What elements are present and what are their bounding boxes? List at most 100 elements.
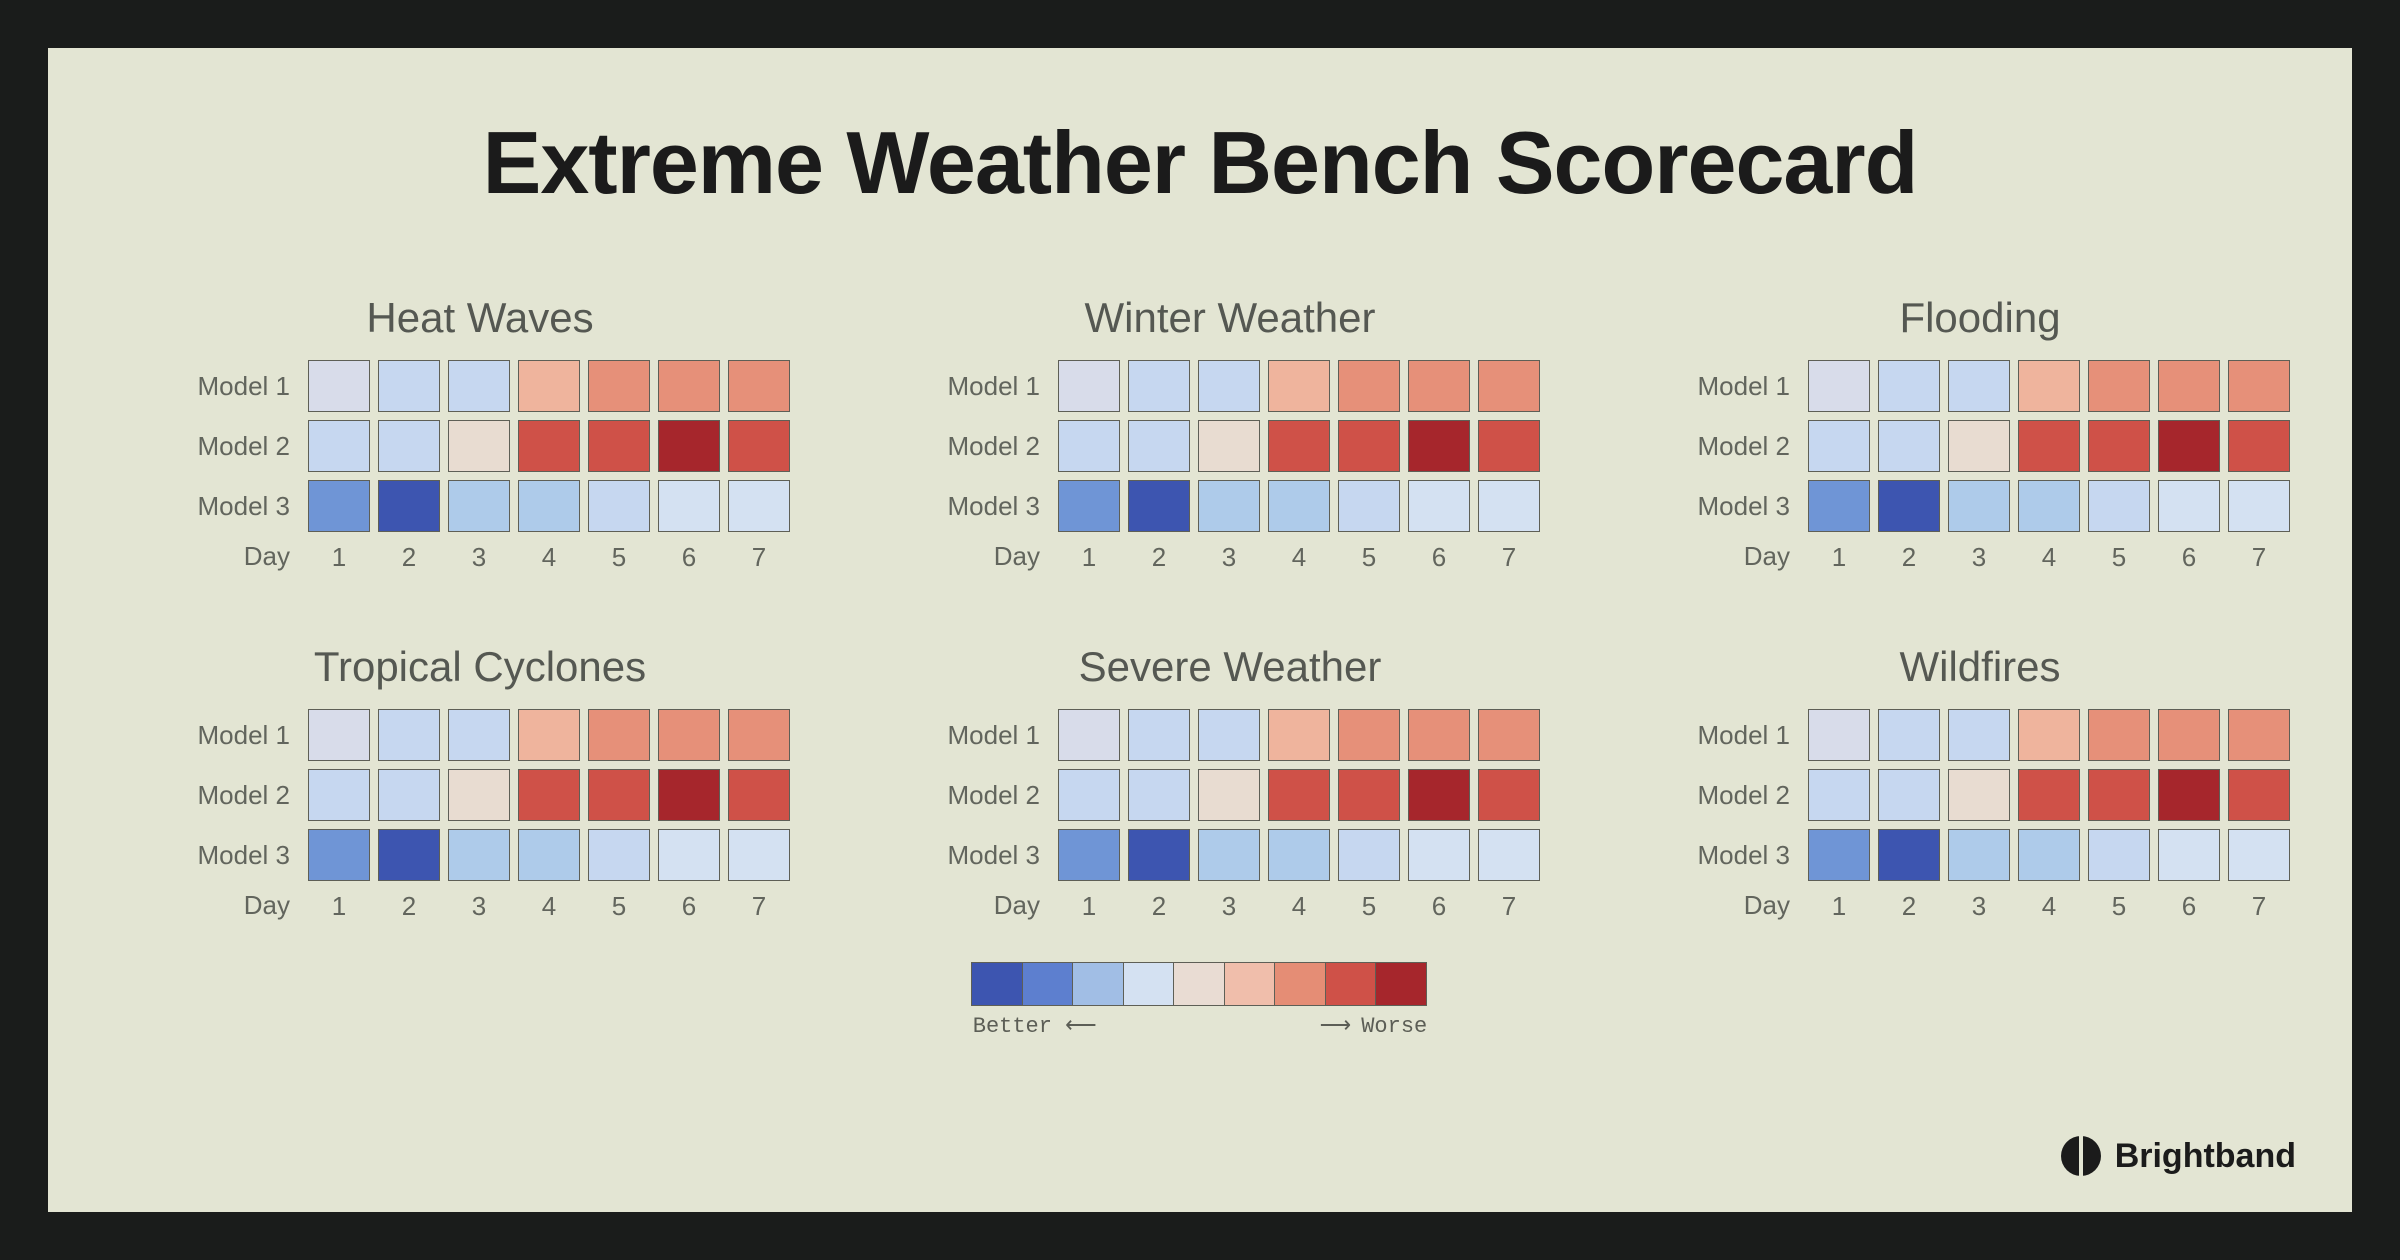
heatmap-cell (1408, 360, 1470, 412)
day-tick: 6 (658, 889, 720, 922)
heatmap-cell (448, 769, 510, 821)
heatmap-cell (308, 829, 370, 881)
heatmap-cell (378, 709, 440, 761)
heatmap-cell (1408, 769, 1470, 821)
brand-badge: Brightband (2061, 1136, 2296, 1176)
heatmap-cell (1478, 360, 1540, 412)
day-tick: 1 (308, 889, 370, 922)
heatmap-cell (1478, 709, 1540, 761)
row-label: Model 2 (920, 431, 1050, 462)
heatmap-cell (2158, 360, 2220, 412)
heatmap-cell (1338, 480, 1400, 532)
outer-frame: Extreme Weather Bench Scorecard Heat Wav… (0, 0, 2400, 1260)
heatmap-cell (658, 769, 720, 821)
day-tick: 6 (2158, 889, 2220, 922)
heatmap-cell (518, 480, 580, 532)
heatmap-cell (1948, 709, 2010, 761)
heatmap-cell (588, 480, 650, 532)
heatmap-cell (1198, 769, 1260, 821)
heatmap-cell (2088, 769, 2150, 821)
row-label: Model 3 (1670, 840, 1800, 871)
heatmap-cell (1198, 709, 1260, 761)
heatmap-cell (1878, 360, 1940, 412)
legend-swatch (1022, 962, 1074, 1006)
heatmap-cell (658, 480, 720, 532)
heatmap-cell (448, 829, 510, 881)
day-tick: 4 (2018, 540, 2080, 573)
day-axis-label: Day (170, 541, 300, 572)
heatmap-cell (518, 360, 580, 412)
heatmap-cell (1338, 360, 1400, 412)
row-label: Model 3 (920, 840, 1050, 871)
legend-worse: ⟶ Worse (1320, 1012, 1428, 1039)
day-tick: 2 (1878, 540, 1940, 573)
row-label: Model 1 (170, 720, 300, 751)
day-tick: 7 (2228, 540, 2290, 573)
panel-title: Winter Weather (1085, 294, 1376, 342)
day-axis-label: Day (1670, 890, 1800, 921)
heatmap-cell (378, 480, 440, 532)
day-tick: 5 (1338, 889, 1400, 922)
brand-name: Brightband (2115, 1137, 2296, 1176)
heatmap-cell (1478, 769, 1540, 821)
heatmap-grid: Model 1Model 2Model 3Day1234567 (1670, 360, 2290, 573)
heatmap-cell (1948, 769, 2010, 821)
row-label: Model 3 (170, 840, 300, 871)
heatmap-cell (1268, 360, 1330, 412)
day-tick: 6 (1408, 540, 1470, 573)
heatmap-cell (1058, 480, 1120, 532)
panel-title: Severe Weather (1079, 643, 1382, 691)
legend-swatch (1274, 962, 1326, 1006)
day-tick: 7 (728, 889, 790, 922)
day-tick: 3 (448, 889, 510, 922)
day-tick: 6 (658, 540, 720, 573)
day-axis-label: Day (170, 890, 300, 921)
day-tick: 3 (1198, 540, 1260, 573)
heatmap-cell (728, 769, 790, 821)
heatmap-cell (1878, 480, 1940, 532)
heatmap-cell (1478, 829, 1540, 881)
heatmap-cell (1128, 420, 1190, 472)
heatmap-panel: Winter WeatherModel 1Model 2Model 3Day12… (920, 294, 1540, 573)
row-label: Model 1 (920, 720, 1050, 751)
heatmap-cell (378, 420, 440, 472)
day-axis-label: Day (920, 890, 1050, 921)
heatmap-cell (518, 709, 580, 761)
day-tick: 3 (1948, 889, 2010, 922)
heatmap-cell (1808, 360, 1870, 412)
heatmap-cell (1198, 480, 1260, 532)
heatmap-cell (1808, 480, 1870, 532)
heatmap-cell (1268, 480, 1330, 532)
day-tick: 6 (2158, 540, 2220, 573)
heatmap-cell (2088, 709, 2150, 761)
heatmap-cell (1948, 360, 2010, 412)
heatmap-panel: Flooding Model 1Model 2Model 3Day1234567 (1670, 294, 2290, 573)
row-label: Model 2 (170, 780, 300, 811)
heatmap-cell (2018, 709, 2080, 761)
heatmap-cell (1478, 420, 1540, 472)
heatmap-cell (1948, 480, 2010, 532)
heatmap-cell (1948, 829, 2010, 881)
panel-title: Heat Waves (366, 294, 593, 342)
heatmap-cell (1268, 769, 1330, 821)
heatmap-grid: Model 1Model 2Model 3Day1234567 (920, 360, 1540, 573)
heatmap-cell (518, 829, 580, 881)
day-tick: 3 (448, 540, 510, 573)
panel-title: Tropical Cyclones (314, 643, 646, 691)
heatmap-cell (448, 420, 510, 472)
heatmap-cell (658, 829, 720, 881)
heatmap-cell (378, 829, 440, 881)
panel-title: Flooding (1899, 294, 2060, 342)
day-tick: 7 (1478, 889, 1540, 922)
row-label: Model 3 (920, 491, 1050, 522)
heatmap-cell (2228, 360, 2290, 412)
heatmap-cell (1058, 769, 1120, 821)
day-axis-label: Day (1670, 541, 1800, 572)
heatmap-cell (2228, 709, 2290, 761)
day-tick: 5 (588, 540, 650, 573)
day-tick: 4 (1268, 889, 1330, 922)
heatmap-cell (2158, 769, 2220, 821)
heatmap-cell (1338, 709, 1400, 761)
chart-canvas: Extreme Weather Bench Scorecard Heat Wav… (48, 48, 2352, 1212)
heatmap-grid: Model 1Model 2Model 3Day1234567 (170, 360, 790, 573)
